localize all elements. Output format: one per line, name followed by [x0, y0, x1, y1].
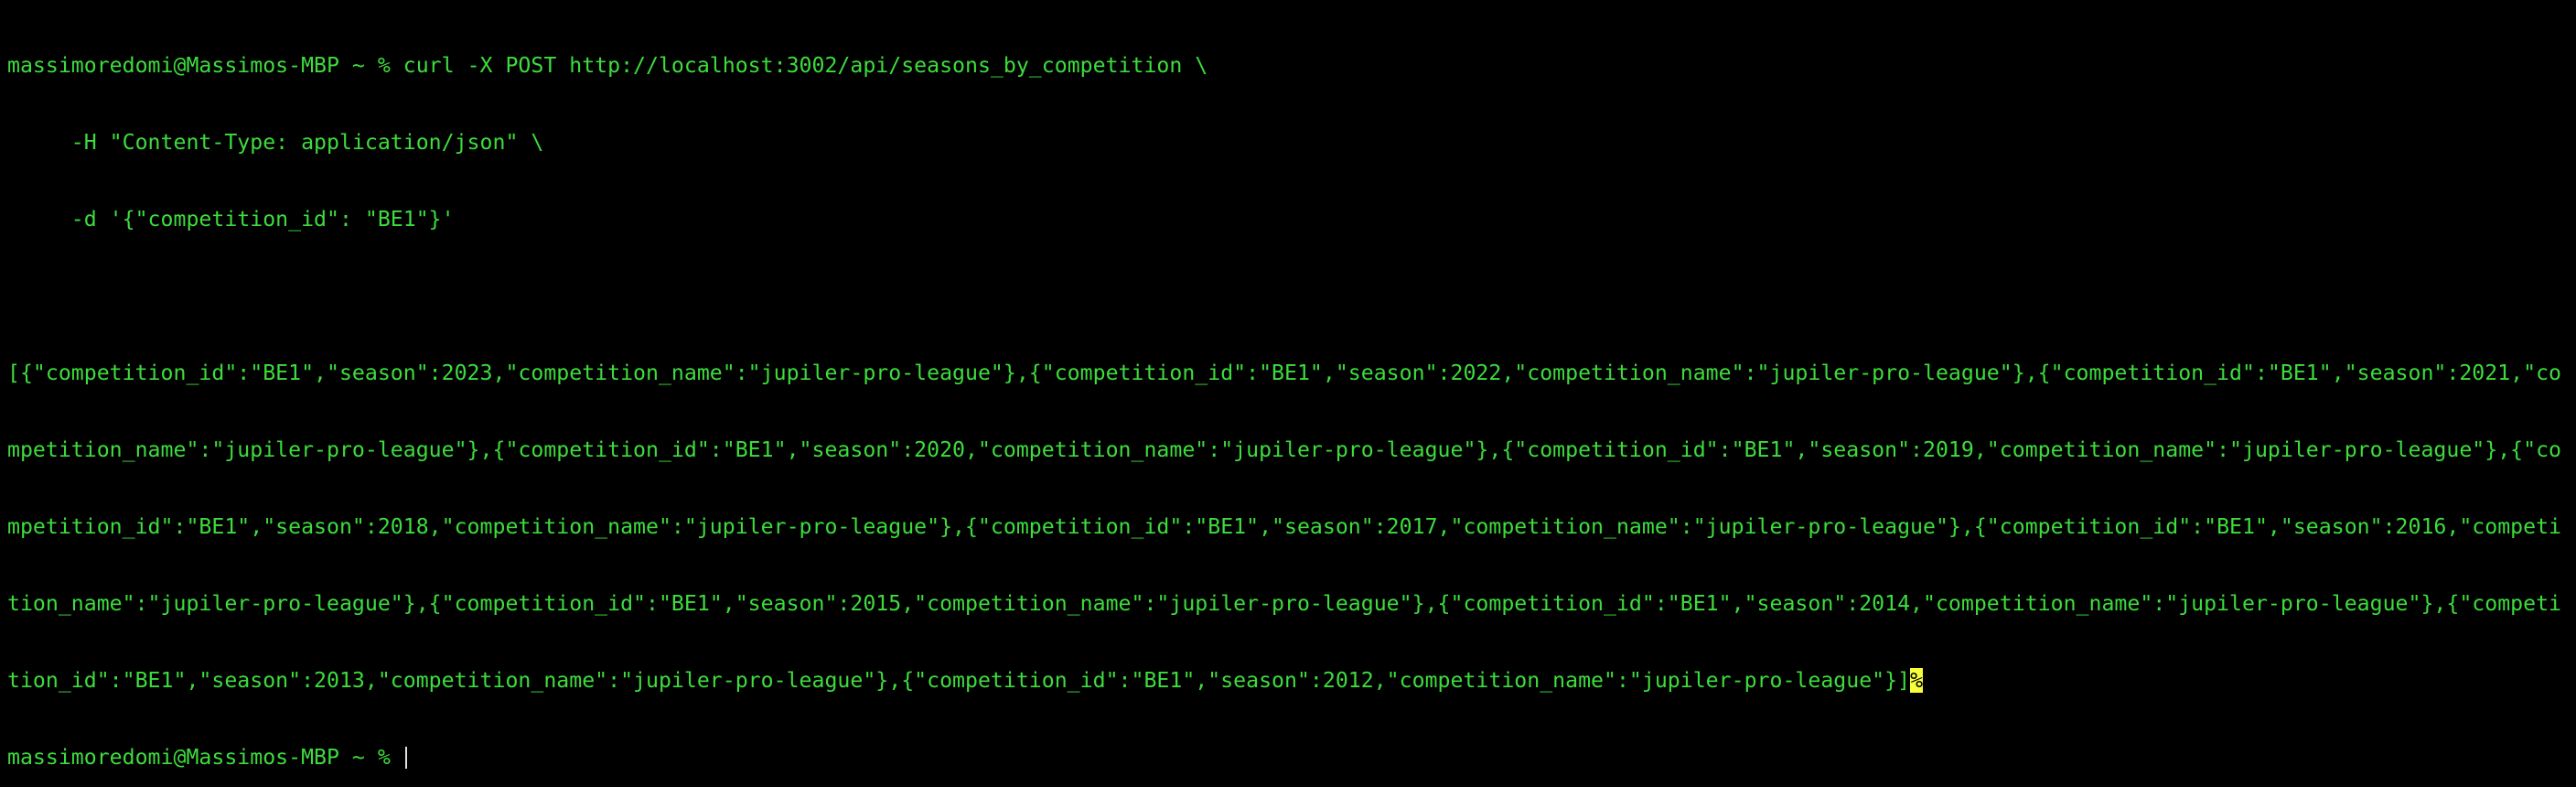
output-line-last: tion_id":"BE1","season":2013,"competitio…	[7, 668, 2576, 694]
command-line-1: massimoredomi@Massimos-MBP ~ % curl -X P…	[7, 53, 2576, 79]
command-line-2: -H "Content-Type: application/json" \	[7, 130, 544, 155]
curl-command: curl -X POST http://localhost:3002/api/s…	[402, 53, 1208, 78]
command-line-3: -d '{"competition_id": "BE1"}'	[7, 207, 455, 232]
text-cursor-icon[interactable]	[404, 747, 407, 769]
terminal-window[interactable]: massimoredomi@Massimos-MBP ~ % curl -X P…	[0, 0, 2576, 787]
output-line: mpetition_name":"jupiler-pro-league"},{"…	[7, 437, 2562, 462]
output-line: tion_name":"jupiler-pro-league"},{"compe…	[7, 591, 2562, 616]
output-text: tion_id":"BE1","season":2013,"competitio…	[7, 668, 1911, 693]
output-line: mpetition_id":"BE1","season":2018,"compe…	[7, 514, 2562, 539]
shell-prompt: massimoredomi@Massimos-MBP ~ %	[7, 745, 403, 770]
output-line: [{"competition_id":"BE1","season":2023,"…	[7, 361, 2562, 385]
shell-prompt: massimoredomi@Massimos-MBP ~ %	[7, 53, 403, 78]
no-newline-marker: %	[1910, 668, 1924, 693]
active-prompt-line[interactable]: massimoredomi@Massimos-MBP ~ %	[7, 745, 2576, 771]
